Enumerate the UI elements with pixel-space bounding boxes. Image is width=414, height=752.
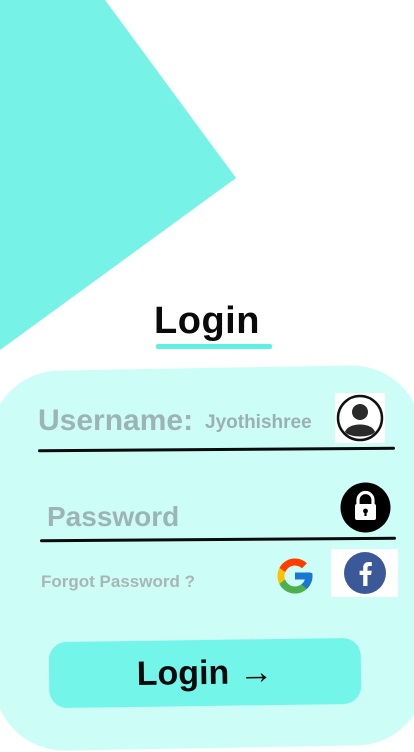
facebook-icon [343, 552, 386, 594]
login-button-label: Login [136, 653, 230, 693]
arrow-right-icon: → [238, 652, 274, 692]
avatar-icon [335, 393, 385, 443]
title-underline [156, 344, 272, 349]
password-input[interactable]: Password [47, 501, 179, 533]
google-login-button[interactable] [272, 553, 318, 599]
lock-icon [340, 482, 391, 533]
google-icon [277, 558, 313, 594]
page-title: Login [154, 300, 260, 342]
forgot-password-link[interactable]: Forgot Password ? [41, 572, 195, 592]
login-button[interactable]: Login → [48, 637, 362, 709]
facebook-login-button[interactable] [331, 549, 398, 597]
username-label: Username: [38, 404, 194, 437]
username-input[interactable]: Jyothishree [205, 412, 312, 434]
